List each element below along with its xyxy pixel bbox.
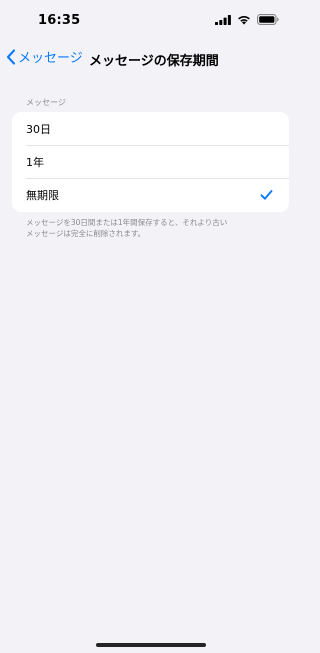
chevron-left-icon [6, 48, 16, 65]
status-time: 16:35 [38, 13, 81, 28]
option-label: 30日 [26, 122, 51, 136]
navigation-bar: メッセージ メッセージの保存期間 [0, 44, 301, 74]
back-button-label: メッセージ [18, 51, 83, 66]
option-label: 1年 [26, 155, 44, 169]
home-indicator [96, 643, 206, 647]
section-header: メッセージ [26, 98, 66, 107]
wifi-icon [237, 15, 251, 25]
checkmark-icon [260, 189, 273, 200]
page-title: メッセージの保存期間 [89, 54, 219, 69]
status-icons [215, 14, 279, 25]
option-forever[interactable]: 無期限 [12, 178, 289, 211]
footer-note: メッセージを30日間または1年間保存すると、それより古い メッセージは完全に削除… [26, 217, 276, 239]
back-button[interactable]: メッセージ [6, 47, 83, 66]
footer-note-line: メッセージを30日間または1年間保存すると、それより古い [26, 218, 228, 227]
battery-icon [257, 14, 279, 25]
retention-options-list: 30日 1年 無期限 [12, 112, 289, 212]
option-1-year[interactable]: 1年 [12, 145, 289, 178]
option-30-days[interactable]: 30日 [12, 112, 289, 145]
status-bar: 16:35 [0, 0, 301, 44]
option-label: 無期限 [26, 188, 59, 202]
cellular-signal-icon [215, 14, 231, 25]
footer-note-line: メッセージは完全に削除されます。 [26, 229, 146, 238]
